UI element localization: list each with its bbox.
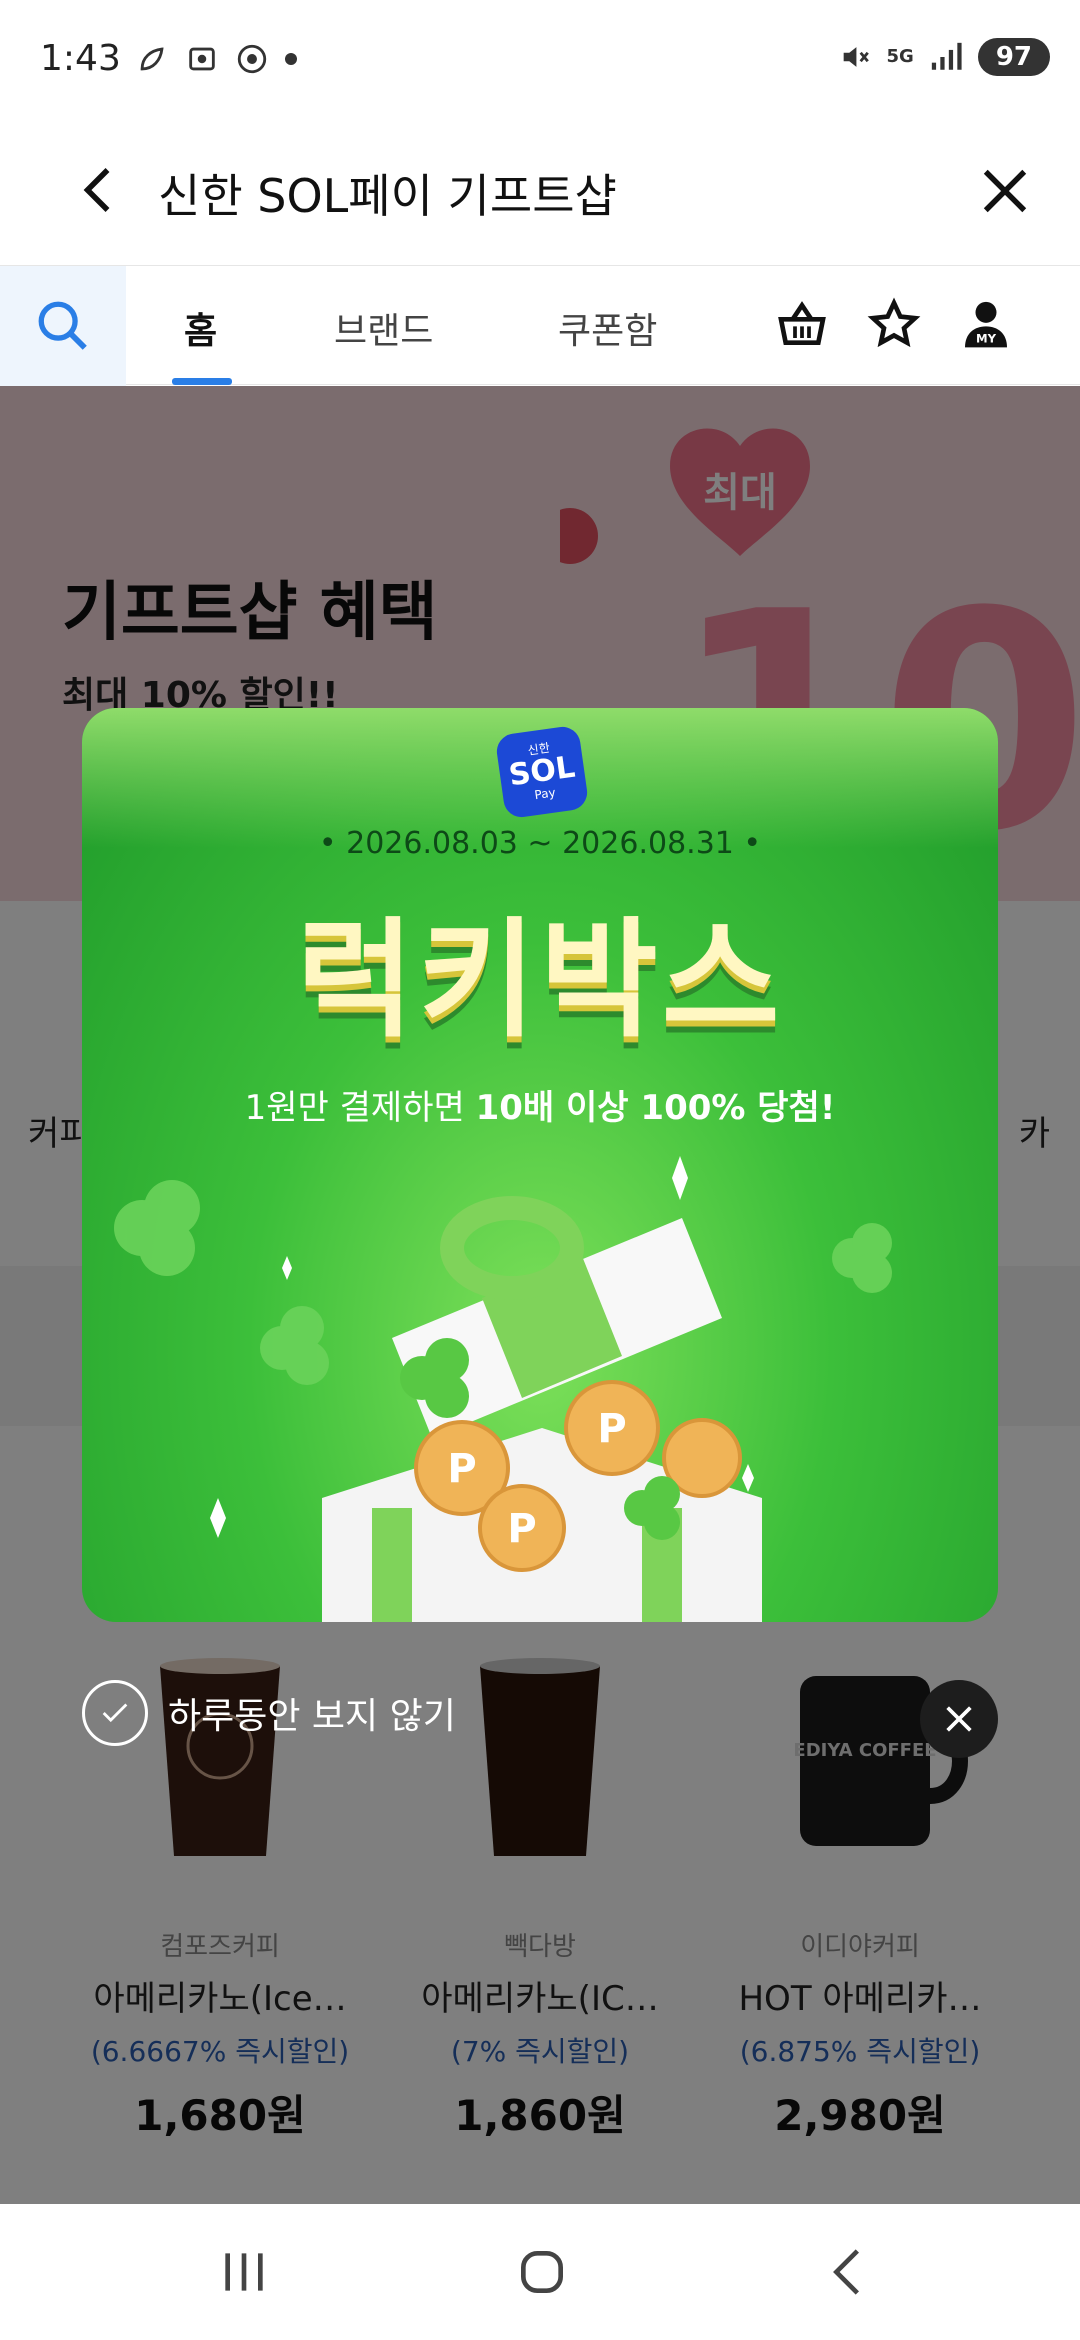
sol-pay-logo: 신한 SOL Pay [494, 724, 590, 820]
close-icon[interactable] [972, 158, 1038, 224]
tab-coupon-box[interactable]: 쿠폰함 [558, 302, 657, 354]
dont-show-today-label: 하루동안 보지 않기 [168, 1696, 456, 1737]
dont-show-today-option[interactable]: 하루동안 보지 않기 [82, 1680, 456, 1746]
back-icon[interactable] [818, 2244, 878, 2300]
lucky-box-popup[interactable]: 신한 SOL Pay • 2026.08.03 ~ 2026.08.31 • 럭… [82, 708, 998, 1622]
basket-icon[interactable] [774, 296, 830, 352]
search-icon [38, 301, 87, 350]
status-bar: 1:43 5G 97 [0, 0, 1080, 120]
leaf-notification-icon [140, 47, 164, 71]
close-icon [946, 1706, 972, 1732]
battery-indicator: 97 [977, 38, 1050, 76]
coin-2-letter: P [597, 1406, 626, 1452]
coin-3-letter: P [507, 1506, 536, 1552]
checkbox-circle[interactable] [82, 1680, 148, 1746]
popup-close-button[interactable] [920, 1680, 998, 1758]
status-notification-icons [135, 42, 297, 76]
popup-subtitle: 1원만 결제하면 10배 이상 100% 당첨! [244, 1088, 836, 1128]
network-type: 5G [886, 46, 914, 67]
star-icon[interactable] [866, 296, 922, 352]
check-icon [102, 1703, 128, 1723]
page-title: 신한 SOL페이 기프트샵 [158, 169, 617, 223]
title-bar: 신한 SOL페이 기프트샵 [0, 120, 1080, 265]
search-button[interactable] [0, 266, 126, 386]
chrome-icon [237, 44, 267, 74]
screenshot-icon [189, 47, 215, 71]
active-tab-indicator [172, 378, 232, 385]
popup-title: 럭키박스 [296, 906, 784, 1055]
tab-brand[interactable]: 브랜드 [334, 302, 433, 354]
svg-text:MY: MY [976, 332, 997, 346]
gift-box-illustration: P P P [114, 1156, 892, 1622]
tab-bar: 홈 브랜드 쿠폰함 MY [0, 265, 1080, 386]
recent-apps-icon[interactable] [214, 2244, 274, 2300]
mute-icon [843, 47, 869, 67]
coin-1-letter: P [447, 1446, 476, 1492]
signal-icon [931, 42, 962, 70]
tab-home[interactable]: 홈 [184, 302, 217, 354]
home-icon[interactable] [512, 2244, 572, 2300]
my-profile-icon[interactable]: MY [958, 296, 1014, 352]
more-notifications-dot-icon [285, 53, 297, 65]
back-arrow-icon[interactable] [70, 160, 130, 220]
status-time: 1:43 [40, 38, 121, 79]
system-navigation-bar [0, 2204, 1080, 2340]
status-system-icons: 5G 97 [837, 38, 1050, 76]
event-date-range: • 2026.08.03 ~ 2026.08.31 • [318, 826, 762, 861]
